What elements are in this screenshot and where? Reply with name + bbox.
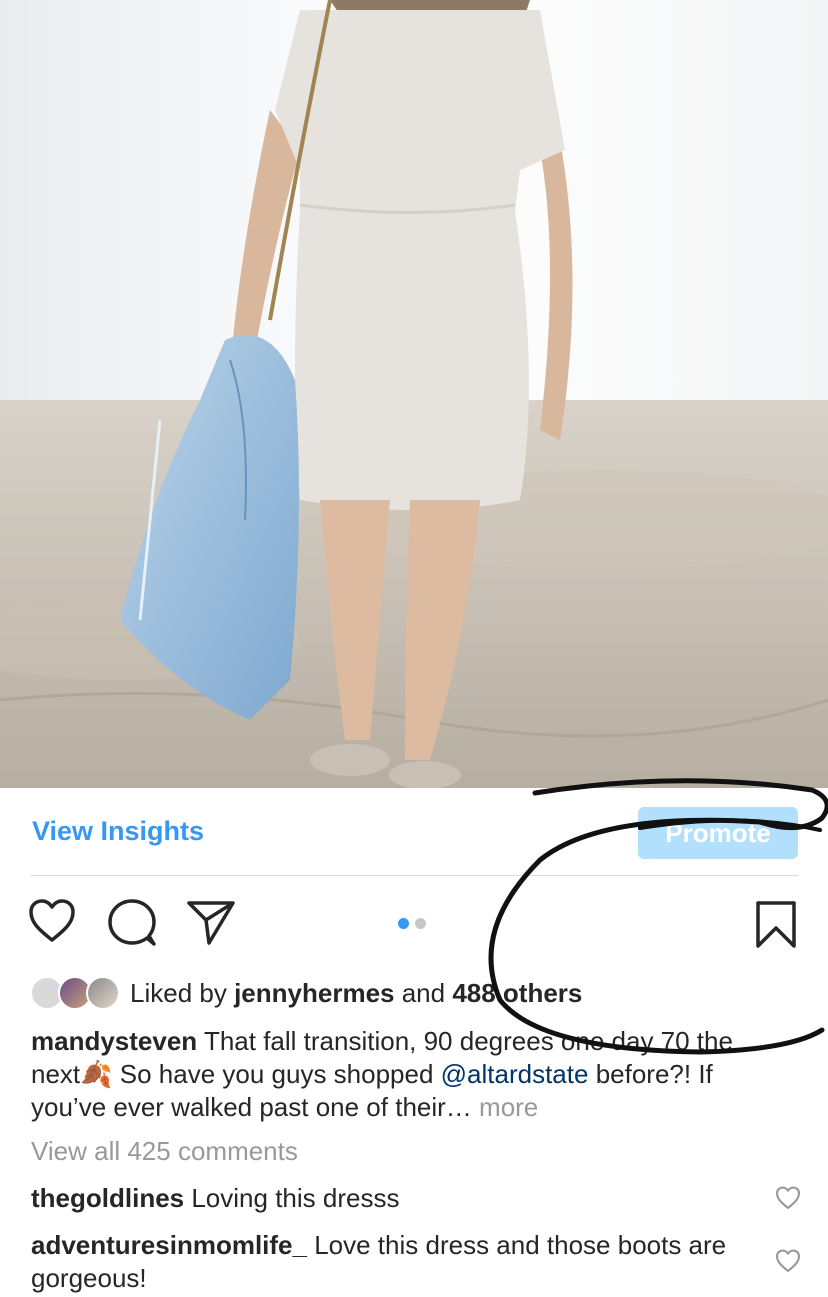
liker-username[interactable]: jennyhermes (234, 978, 394, 1009)
comment-like-heart-icon[interactable] (775, 1186, 801, 1215)
insights-bar: View Insights Promote (0, 788, 828, 876)
carousel-indicator (398, 918, 426, 929)
carousel-dot-active (398, 918, 409, 929)
avatar (86, 976, 120, 1010)
comment-text: Loving this dresss (184, 1183, 400, 1213)
leaf-emoji: 🍂 (80, 1059, 113, 1089)
view-all-comments-link[interactable]: View all 425 comments (31, 1136, 298, 1167)
comment-like-heart-icon[interactable] (775, 1249, 801, 1278)
caption-more-link[interactable]: more (479, 1092, 538, 1122)
share-icon[interactable] (186, 898, 236, 951)
comment-username[interactable]: thegoldlines (31, 1183, 184, 1213)
likes-and: and (394, 977, 453, 1008)
caption-text: So have you guys shopped (112, 1059, 441, 1089)
comment-item: thegoldlines Loving this dresss (31, 1182, 761, 1215)
post-photo[interactable] (0, 0, 828, 788)
comment-icon[interactable] (107, 898, 157, 953)
liker-avatars (30, 975, 122, 1011)
post-actions (0, 890, 828, 962)
view-insights-link[interactable]: View Insights (32, 816, 204, 847)
divider (30, 875, 798, 876)
likes-others[interactable]: 488 others (452, 978, 582, 1009)
heart-icon[interactable] (28, 898, 76, 949)
likes-prefix: Liked by (130, 977, 235, 1008)
carousel-dot (415, 918, 426, 929)
comment-item: adventuresinmomlife_ Love this dress and… (31, 1229, 761, 1295)
caption-mention[interactable]: @altardstate (441, 1059, 589, 1089)
comment-username[interactable]: adventuresinmomlife_ (31, 1230, 307, 1260)
likes-summary[interactable]: Liked by jennyhermes and 488 others (30, 973, 582, 1013)
post-caption: mandysteven That fall transition, 90 deg… (31, 1025, 771, 1124)
promote-button[interactable]: Promote (638, 807, 798, 859)
bookmark-icon[interactable] (754, 900, 798, 955)
caption-username[interactable]: mandysteven (31, 1026, 197, 1056)
